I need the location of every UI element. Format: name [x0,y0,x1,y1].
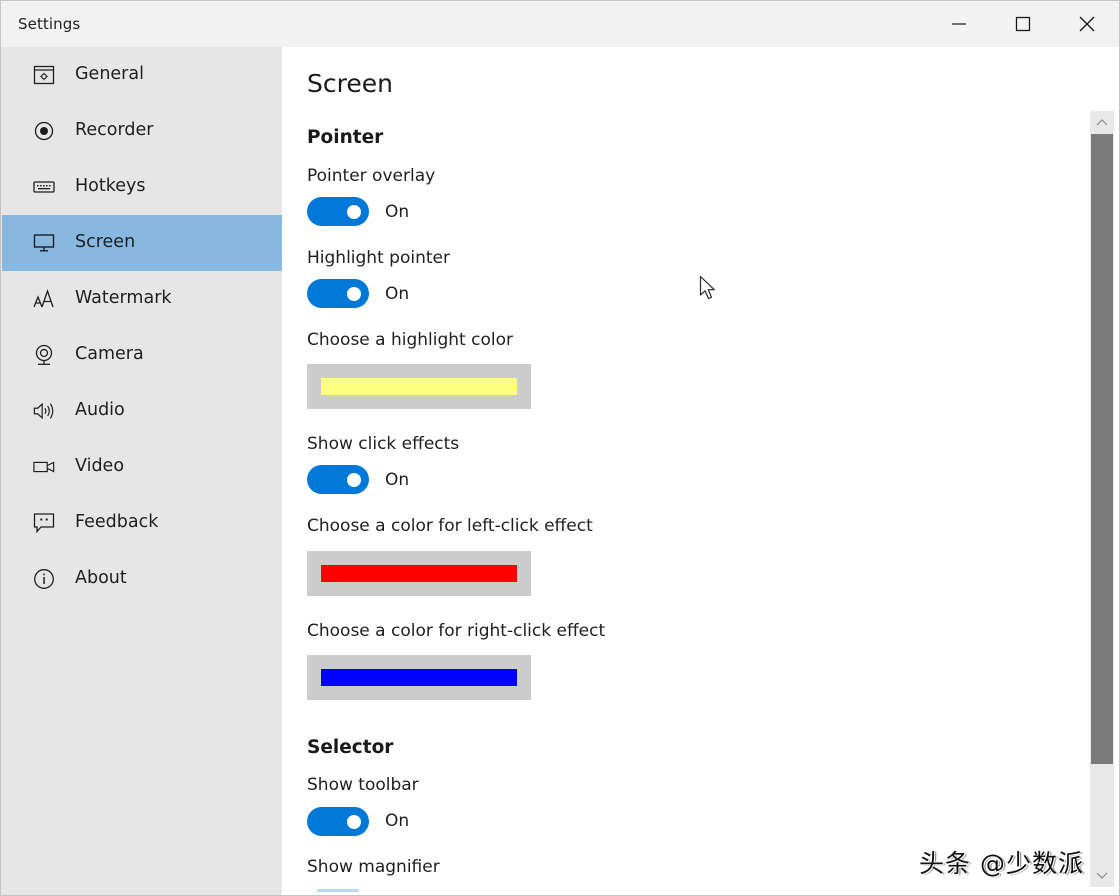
info-icon [33,569,55,589]
keyboard-icon [33,177,55,197]
chevron-up-icon [1096,119,1108,126]
sidebar-item-label: Video [75,456,125,476]
maximize-icon [1015,16,1031,32]
highlight-color-swatch [321,378,517,395]
show-toolbar-toggle[interactable] [307,807,369,836]
maximize-button[interactable] [991,1,1055,47]
chevron-down-icon [1096,872,1108,879]
minimize-button[interactable] [927,1,991,47]
scroll-down-button[interactable] [1090,865,1114,887]
show-magnifier-toggle[interactable] [317,889,359,892]
show-click-effects-label: Show click effects [307,434,460,454]
toggle-knob [347,815,361,829]
sidebar-item-camera[interactable]: Camera [2,327,282,383]
highlight-pointer-state: On [385,284,410,304]
minimize-icon [952,23,966,25]
sidebar-item-label: Watermark [75,288,172,308]
sidebar-item-recorder[interactable]: Recorder [2,103,282,159]
show-toolbar-state: On [385,811,410,831]
highlight-color-button[interactable] [307,364,531,409]
sidebar-item-label: Audio [75,400,125,420]
general-settings-icon [33,65,55,85]
sidebar-item-watermark[interactable]: Watermark [2,271,282,327]
close-button[interactable] [1055,1,1119,47]
right-click-color-button[interactable] [307,655,531,700]
highlight-pointer-label: Highlight pointer [307,248,450,268]
monitor-icon [33,233,55,253]
sidebar-item-hotkeys[interactable]: Hotkeys [2,159,282,215]
page-title: Screen [307,69,393,98]
sidebar-item-label: About [75,568,127,588]
sidebar-item-label: Camera [75,344,144,364]
sidebar-item-label: Recorder [75,120,154,140]
sidebar-item-audio[interactable]: Audio [2,383,282,439]
mouse-pointer-icon [699,275,715,300]
left-click-color-button[interactable] [307,551,531,596]
highlight-pointer-toggle[interactable] [307,279,369,308]
show-toolbar-label: Show toolbar [307,775,419,795]
close-icon [1079,16,1095,32]
toggle-knob [347,287,361,301]
pointer-overlay-label: Pointer overlay [307,166,436,186]
sidebar-item-label: Screen [75,232,136,252]
highlight-color-label: Choose a highlight color [307,330,513,350]
sidebar-item-label: Hotkeys [75,176,146,196]
show-click-effects-state: On [385,470,410,490]
settings-window: Settings General Recorder Hotkeys Screen… [0,0,1120,896]
settings-content: Screen Pointer Pointer overlay On Highli… [282,47,1090,895]
watermark-overlay: 头条 @少数派 [919,849,1084,878]
show-click-effects-toggle[interactable] [307,465,369,494]
show-magnifier-label: Show magnifier [307,857,440,877]
sidebar-nav: General Recorder Hotkeys Screen Watermar [1,47,282,895]
sidebar-item-screen[interactable]: Screen [2,215,282,271]
sidebar-item-general[interactable]: General [2,47,282,103]
font-size-icon [33,289,55,309]
scroll-up-button[interactable] [1090,111,1114,133]
right-click-color-label: Choose a color for right-click effect [307,621,606,641]
record-icon [33,121,55,141]
video-camera-icon [33,457,55,477]
window-title: Settings [18,15,81,33]
title-bar[interactable]: Settings [1,1,1119,47]
left-click-color-label: Choose a color for left-click effect [307,516,593,536]
right-click-color-swatch [321,669,517,686]
sidebar-item-video[interactable]: Video [2,439,282,495]
sidebar-item-label: Feedback [75,512,159,532]
sidebar-item-about[interactable]: About [2,551,282,607]
sidebar-item-label: General [75,64,144,84]
speaker-icon [33,401,55,421]
webcam-icon [33,344,55,365]
section-title-selector: Selector [307,737,394,758]
scroll-thumb[interactable] [1091,134,1113,764]
pointer-overlay-toggle[interactable] [307,197,369,226]
toggle-knob [347,205,361,219]
feedback-icon [33,513,55,534]
sidebar-item-feedback[interactable]: Feedback [2,495,282,551]
toggle-knob [347,473,361,487]
vertical-scrollbar[interactable] [1090,111,1114,887]
left-click-color-swatch [321,565,517,582]
section-title-pointer: Pointer [307,127,384,148]
pointer-overlay-state: On [385,202,410,222]
